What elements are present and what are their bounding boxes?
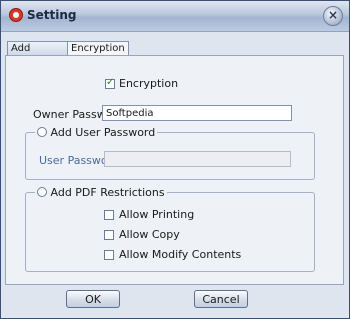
window-title: Setting	[27, 8, 77, 22]
add-user-password-label: Add User Password	[50, 126, 156, 139]
allow-copy-checkbox[interactable]	[104, 230, 114, 240]
pdf-restrictions-legend: Add PDF Restrictions	[35, 186, 167, 199]
cancel-button[interactable]: Cancel	[194, 290, 248, 308]
owner-password-field[interactable]: Softpedia	[102, 105, 292, 121]
allow-printing-label: Allow Printing	[119, 208, 195, 221]
tab-add-watermark[interactable]: Add Watermark	[7, 41, 71, 67]
title-bar: Setting ×	[1, 1, 349, 32]
ok-button[interactable]: OK	[66, 290, 120, 308]
user-password-field[interactable]	[104, 151, 291, 167]
encryption-checkbox[interactable]	[105, 77, 115, 89]
pdf-restrictions-group: Add PDF Restrictions Allow Printing Allo…	[25, 186, 315, 272]
user-password-group: Add User Password User Password	[25, 126, 315, 180]
allow-modify-contents-label: Allow Modify Contents	[119, 248, 242, 261]
encryption-label: Encryption	[119, 77, 179, 90]
allow-printing-checkbox[interactable]	[104, 210, 114, 220]
allow-modify-contents-checkbox[interactable]	[104, 250, 114, 260]
tab-encryption[interactable]: Encryption	[67, 41, 129, 56]
add-pdf-restrictions-label: Add PDF Restrictions	[50, 186, 165, 199]
add-user-password-radio[interactable]	[37, 127, 47, 137]
close-icon[interactable]: ×	[323, 6, 343, 26]
add-pdf-restrictions-radio[interactable]	[37, 187, 47, 197]
settings-window: Setting × Add Watermark Encryption Encry…	[0, 0, 350, 319]
user-password-legend: Add User Password	[35, 126, 158, 139]
app-logo-icon	[9, 8, 23, 22]
allow-copy-label: Allow Copy	[119, 228, 180, 241]
encryption-panel: Encryption Owner Password Softpedia Add …	[5, 55, 344, 285]
